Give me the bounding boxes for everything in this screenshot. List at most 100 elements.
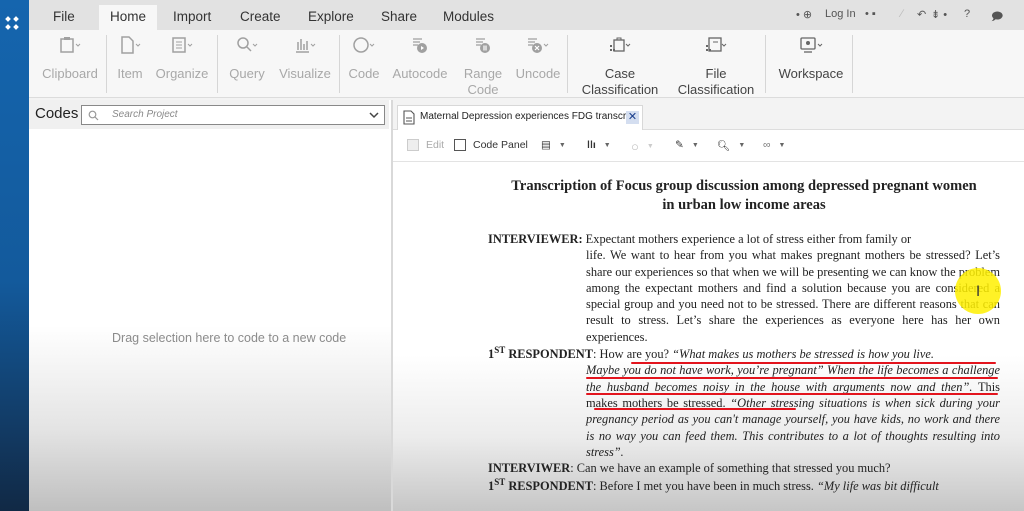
zoom-dropdown[interactable]: 🔍︎ ▼ [717,139,745,152]
feedback-icon[interactable]: 🗩 [991,8,1003,27]
code-panel-checkbox[interactable] [454,139,466,151]
paragraph-text: : Before I met you have been in much str… [593,479,817,494]
range-code-icon [459,34,507,56]
ribbon-separator [217,35,218,93]
paragraph-text: : How are you? [593,347,673,362]
tab-home[interactable]: Home [99,5,158,30]
query-button[interactable]: Query [224,34,270,82]
ribbon-separator [765,35,766,93]
autocode-label: Autocode [392,66,448,81]
transcript-document[interactable]: Transcription of Focus group discussion … [488,177,1000,495]
drop-zone-hint[interactable]: Drag selection here to code to a new cod… [112,331,346,345]
login-link[interactable]: Log In [825,8,856,20]
autocode-button[interactable]: Autocode [389,34,451,82]
close-icon[interactable]: ✕ [626,111,639,124]
search-project-input[interactable]: Search Project [81,105,385,125]
code-button[interactable]: Code [345,34,383,82]
ribbon-separator [339,35,340,93]
app-menu-icon[interactable] [5,16,20,31]
edit-toggle[interactable]: Edit [407,139,444,151]
ribbon-separator [567,35,568,93]
code-panel-label: Code Panel [473,139,528,151]
annotation-underline [631,362,996,365]
file-classification-button[interactable]: File Classification [669,34,763,98]
clipboard-icon [39,34,101,56]
respondent-paragraph: 1ST RESPONDENT: How are you? “What makes… [488,346,1000,460]
item-button[interactable]: Item [113,34,147,82]
customize-icon[interactable]: ⇟ • [931,8,947,21]
title-line-1: Transcription of Focus group discussion … [511,178,977,194]
text-cursor-icon: I [976,284,981,300]
pen-icon: ✎ [675,139,684,151]
range-code-button[interactable]: Range Code [459,34,507,98]
edit-icon[interactable]: ∕ [901,8,903,20]
uncode-icon [512,34,564,56]
codes-panel-title: Codes [35,105,79,122]
edit-label: Edit [426,139,445,151]
organize-button[interactable]: Organize [152,34,212,82]
paragraph-text: “What makes us mothers be stressed is ho… [672,347,934,362]
title-line-2: in urban low income areas [662,197,826,213]
help-icon[interactable]: ? [964,8,970,20]
code-panel-toggle[interactable]: Code Panel [454,139,528,151]
search-placeholder: Search Project [112,109,178,120]
document-icon [113,34,147,56]
case-classification-icon [574,34,666,56]
save-icon[interactable]: • ▪ [865,8,876,20]
coding-stripes-dropdown[interactable]: ǀǀı ▼ [587,139,611,151]
tab-share[interactable]: Share [370,5,428,30]
speaker-label: 1ST RESPONDENT [488,345,593,362]
edit-checkbox[interactable] [407,139,419,151]
uncode-label: Uncode [515,66,561,81]
code-label: Code [348,66,380,81]
codes-panel-header: Codes Search Project [29,100,389,129]
visualize-button[interactable]: Visualize [277,34,333,82]
document-tab[interactable]: Maternal Depression experiences FDG tran… [397,105,643,130]
app-sidebar [0,0,29,511]
tab-file[interactable]: File [42,5,86,30]
search-icon [88,110,99,121]
codes-panel: Codes Search Project Drag selection here… [29,100,391,511]
chevron-down-icon: ▼ [558,141,566,149]
autocode-icon [389,34,451,56]
user-icon[interactable]: • ⊕ [796,8,812,21]
speaker-label: 1ST RESPONDENT [488,477,593,494]
chevron-down-icon: ▼ [691,141,699,149]
chevron-down-icon: ▼ [778,141,786,149]
annotation-underline [586,393,998,396]
link-dropdown[interactable]: ∞ ▼ [763,139,785,151]
ribbon-separator [106,35,107,93]
organize-label: Organize [155,66,209,81]
highlight-dropdown[interactable]: ○ ▼ [631,139,654,154]
case-classification-label: Case Classification [581,66,659,97]
annotation-underline [594,408,796,411]
interviewer-paragraph: INTERVIEWER: Expectant mothers experienc… [488,231,1000,345]
circle-icon [345,34,383,56]
document-tab-bar: Maternal Depression experiences FDG tran… [393,100,1024,130]
speaker-label: INTERVIWER [488,461,571,476]
workspace-label: Workspace [778,66,844,81]
annotations-dropdown[interactable]: ▤ ▼ [541,139,566,151]
chart-icon [277,34,333,56]
query-label: Query [229,66,265,81]
pen-dropdown[interactable]: ✎ ▼ [675,139,699,151]
paragraph-text: : Can we have an example of something th… [570,461,891,476]
uncode-button[interactable]: Uncode [512,34,564,82]
workspace-button[interactable]: Workspace [772,34,850,82]
ribbon-separator [852,35,853,93]
tab-import[interactable]: Import [162,5,222,30]
undo-icon[interactable]: ↶ [917,8,926,21]
tab-create[interactable]: Create [229,5,292,30]
link-icon: ∞ [763,139,771,151]
chevron-down-icon[interactable] [369,112,379,119]
tab-explore[interactable]: Explore [297,5,365,30]
item-label: Item [117,66,143,81]
chevron-down-icon: ▼ [738,142,746,149]
case-classification-button[interactable]: Case Classification [574,34,666,98]
clipboard-button[interactable]: Clipboard [39,34,101,82]
coding-stripes-icon: ǀǀı [587,139,596,151]
clipboard-label: Clipboard [42,66,98,81]
circle-icon: ○ [631,139,639,154]
ribbon-toolbar: Clipboard Item Organize Query Visualize … [29,30,1024,98]
tab-modules[interactable]: Modules [432,5,505,30]
